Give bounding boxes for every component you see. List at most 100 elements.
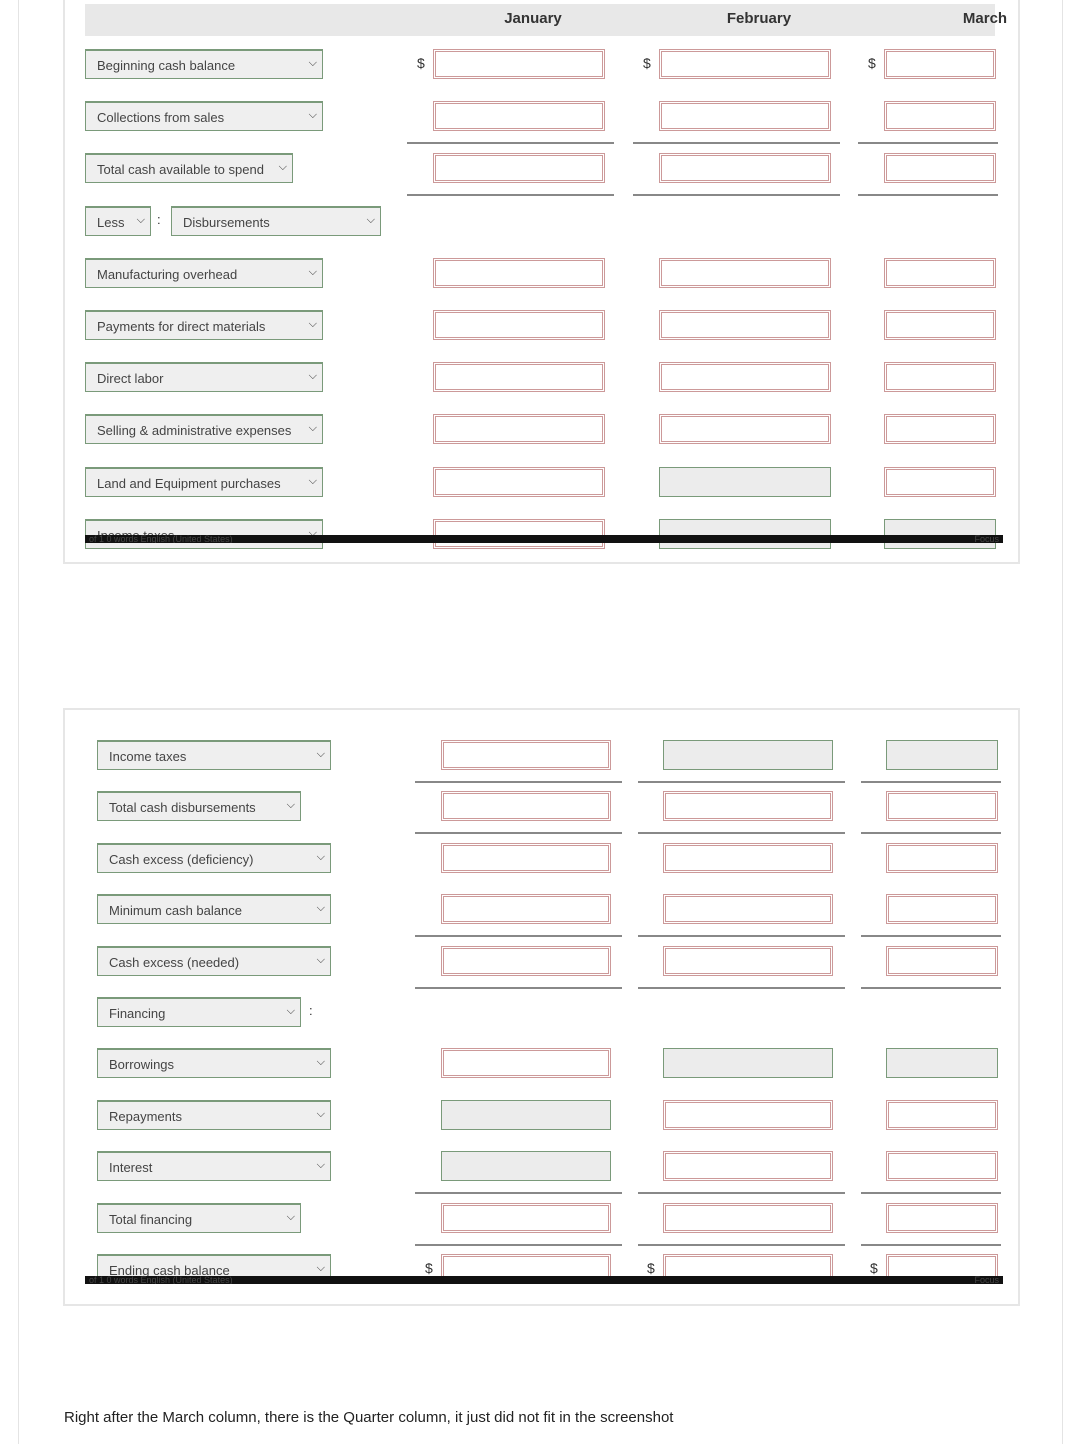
row-label-select[interactable]: Total cash disbursements ⌵	[97, 791, 301, 822]
row-label-select[interactable]: Total cash available to spend ⌵	[85, 153, 293, 184]
january-amount-input	[441, 1151, 611, 1182]
march-amount-input[interactable]	[886, 894, 998, 925]
march-amount-input[interactable]	[884, 153, 996, 184]
focus-button[interactable]: Focus	[974, 1276, 999, 1284]
february-amount-input[interactable]	[663, 842, 833, 873]
total-underline	[638, 986, 845, 989]
chevron-down-icon: ⌵	[308, 265, 317, 278]
march-amount-input[interactable]	[884, 414, 996, 445]
row-label-select-value: Borrowings	[109, 1057, 175, 1073]
colon-separator: :	[157, 211, 161, 227]
march-amount-input[interactable]	[886, 945, 998, 976]
column-header-february: February	[726, 10, 792, 27]
january-amount-input[interactable]	[441, 1048, 611, 1079]
january-amount-input[interactable]	[433, 153, 605, 184]
february-amount-input[interactable]	[663, 791, 833, 822]
row-label-select[interactable]: Borrowings ⌵	[97, 1048, 331, 1079]
march-amount-input[interactable]	[886, 1151, 998, 1182]
row-label-select[interactable]: Beginning cash balance ⌵	[85, 49, 323, 79]
chevron-down-icon: ⌵	[316, 1262, 325, 1274]
total-underline	[415, 935, 622, 938]
february-amount-input[interactable]	[663, 945, 833, 976]
total-underline	[861, 832, 1001, 835]
february-amount-input[interactable]	[659, 414, 831, 445]
january-amount-input[interactable]	[433, 466, 605, 497]
status-bar-text: of 1 0 words English (United States)	[89, 535, 233, 543]
january-amount-input[interactable]	[433, 414, 605, 445]
chevron-down-icon: ⌵	[316, 953, 325, 966]
january-amount-input[interactable]	[433, 518, 605, 549]
row-label-select-value: Total cash disbursements	[109, 800, 256, 816]
row-label-select-value: Minimum cash balance	[109, 903, 242, 919]
total-underline	[415, 986, 622, 989]
january-amount-input[interactable]	[441, 894, 611, 925]
total-underline	[407, 194, 614, 197]
february-amount-input[interactable]	[663, 1099, 833, 1130]
january-amount-input[interactable]	[433, 257, 605, 288]
operator-select[interactable]: Less ⌵	[85, 205, 151, 236]
march-amount-input[interactable]	[886, 791, 998, 822]
cash-budget-panel-top: January February March Beginning cash ba…	[63, 0, 1020, 564]
january-amount-input[interactable]	[441, 791, 611, 822]
february-amount-input[interactable]	[663, 1202, 833, 1233]
chevron-down-icon: ⌵	[278, 161, 287, 174]
february-amount-input[interactable]	[659, 101, 831, 132]
row-label-select[interactable]: Minimum cash balance ⌵	[97, 894, 331, 925]
row-label-select-value: Manufacturing overhead	[97, 266, 238, 282]
row-label-select[interactable]: Total financing ⌵	[97, 1202, 301, 1233]
march-amount-input[interactable]	[884, 466, 996, 497]
row-label-select-value: Income taxes	[109, 749, 187, 764]
february-amount-input	[663, 740, 833, 770]
january-amount-input	[441, 1099, 611, 1130]
row-label-select[interactable]: Interest ⌵	[97, 1151, 331, 1182]
february-amount-input[interactable]	[659, 362, 831, 393]
row-label-select[interactable]: Financing ⌵	[97, 997, 301, 1027]
march-amount-input[interactable]	[884, 101, 996, 132]
row-label-select[interactable]: Land and Equipment purchases ⌵	[85, 466, 323, 497]
march-amount-input[interactable]	[886, 1099, 998, 1130]
january-amount-input[interactable]	[433, 362, 605, 393]
total-underline	[858, 142, 998, 145]
row-label-select[interactable]: Cash excess (needed) ⌵	[97, 945, 331, 976]
january-amount-input[interactable]	[441, 740, 611, 770]
february-amount-input[interactable]	[659, 153, 831, 184]
january-amount-input[interactable]	[433, 101, 605, 132]
row-label-select[interactable]: Cash excess (deficiency) ⌵	[97, 842, 331, 873]
chevron-down-icon: ⌵	[308, 57, 317, 69]
february-amount-input[interactable]	[663, 1151, 833, 1182]
row-label-select[interactable]: Income taxes⌵	[85, 518, 323, 549]
row-label-select[interactable]: Selling & administrative expenses ⌵	[85, 414, 323, 445]
chevron-down-icon: ⌵	[316, 748, 325, 760]
march-amount-input[interactable]	[886, 1202, 998, 1233]
total-underline	[633, 194, 840, 197]
january-amount-input[interactable]	[433, 49, 605, 79]
february-amount-input[interactable]	[663, 894, 833, 925]
february-amount-input[interactable]	[659, 257, 831, 288]
january-amount-input[interactable]	[433, 310, 605, 340]
march-amount-input[interactable]	[884, 257, 996, 288]
january-amount-input[interactable]	[441, 945, 611, 976]
column-header-january: January	[504, 10, 562, 27]
march-amount-input[interactable]	[886, 842, 998, 873]
row-label-select[interactable]: Manufacturing overhead ⌵	[85, 257, 323, 288]
row-label-select[interactable]: Repayments ⌵	[97, 1099, 331, 1130]
january-amount-input[interactable]	[441, 1202, 611, 1233]
march-amount-input	[886, 740, 998, 770]
row-label-select-value: Selling & administrative expenses	[97, 423, 292, 439]
january-amount-input[interactable]	[441, 842, 611, 873]
february-amount-input[interactable]	[659, 49, 831, 79]
dollar-sign: $	[647, 1260, 655, 1276]
chevron-down-icon: ⌵	[316, 1107, 325, 1120]
row-label-select[interactable]: Payments for direct materials ⌵	[85, 310, 323, 340]
focus-button[interactable]: Focus	[974, 535, 999, 543]
row-label-select[interactable]: Income taxes ⌵	[97, 740, 331, 770]
row-label-select-value: Payments for direct materials	[97, 319, 266, 334]
march-amount-input[interactable]	[884, 49, 996, 79]
march-amount-input[interactable]	[884, 362, 996, 393]
row-label-select[interactable]: Disbursements ⌵	[171, 205, 381, 236]
february-amount-input[interactable]	[659, 310, 831, 340]
row-label-select[interactable]: Collections from sales ⌵	[85, 101, 323, 132]
row-label-select[interactable]: Direct labor ⌵	[85, 362, 323, 393]
march-amount-input[interactable]	[884, 310, 996, 340]
editor-status-bar: of 1 0 words English (United States) Focu…	[85, 535, 1003, 543]
